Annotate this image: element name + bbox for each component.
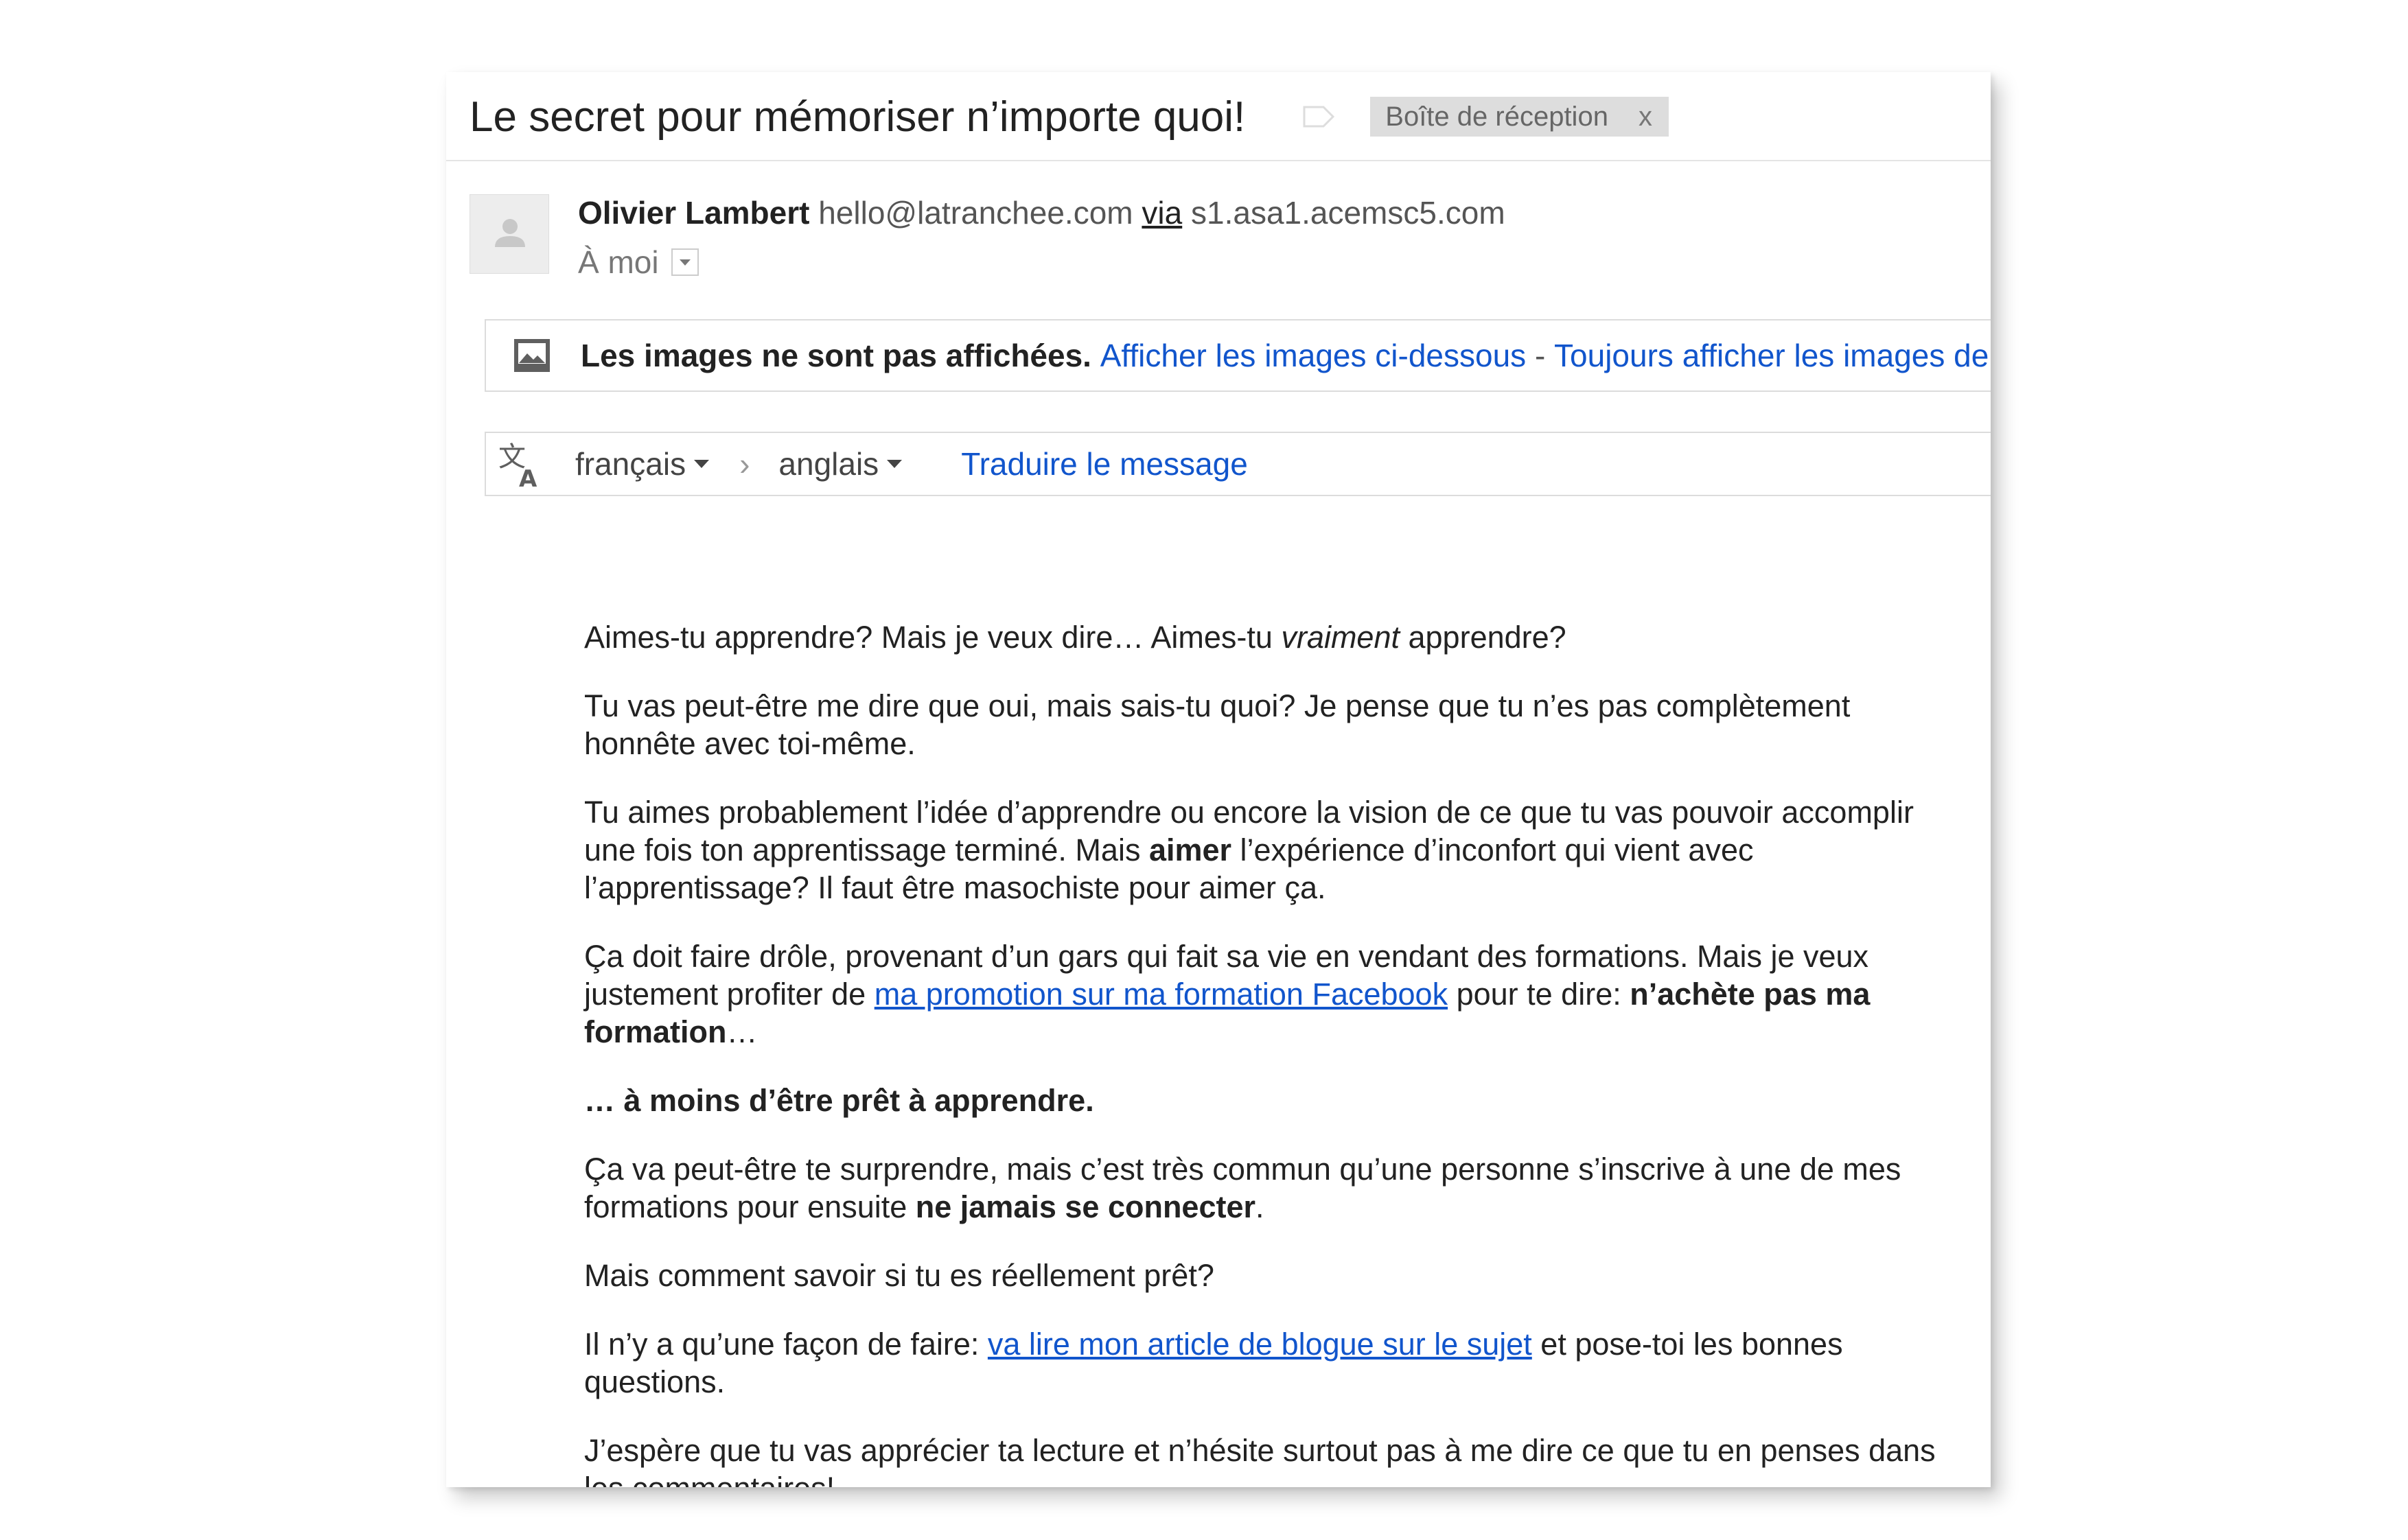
sender-line: Olivier Lambert hello@latranchee.com via…: [578, 194, 1505, 231]
page: Le secret pour mémoriser n’importe quoi!…: [0, 0, 2408, 1540]
default-avatar-icon: [495, 219, 525, 247]
body-paragraph: Ça doit faire drôle, provenant d’un gars…: [584, 937, 1950, 1051]
show-images-link[interactable]: Afficher les images ci-dessous: [1100, 337, 1526, 374]
blog-article-link[interactable]: va lire mon article de blogue sur le suj…: [988, 1327, 1532, 1362]
source-language-label: français: [575, 446, 686, 482]
image-icon: [514, 339, 550, 372]
recipient-line: À moi: [578, 244, 699, 281]
translate-bar: 文 A français › anglais Traduire le messa…: [485, 432, 1991, 496]
images-separator: -: [1534, 338, 1546, 373]
header-divider: [446, 160, 1991, 161]
dropdown-arrow-icon[interactable]: [671, 248, 699, 276]
translate-message-link[interactable]: Traduire le message: [961, 445, 1248, 482]
via-domain: s1.asa1.acemsc5.com: [1191, 195, 1505, 231]
sender-avatar: [470, 194, 549, 274]
text: .: [1255, 1189, 1264, 1224]
text: pour te dire:: [1448, 977, 1630, 1012]
bold-text: aimer: [1148, 832, 1232, 867]
target-language-label: anglais: [778, 446, 879, 482]
text: …: [726, 1014, 758, 1049]
bold-text: … à moins d’être prêt à apprendre.: [584, 1083, 1094, 1118]
body-paragraph: Tu vas peut-être me dire que oui, mais s…: [584, 688, 1851, 761]
body-paragraph: Il n’y a qu’une façon de faire: va lire …: [584, 1325, 1950, 1401]
body-paragraph: Ça va peut-être te surprendre, mais c’es…: [584, 1150, 1950, 1226]
inbox-label-chip: Boîte de réception x: [1370, 97, 1669, 137]
inbox-label-text: Boîte de réception: [1385, 101, 1608, 132]
text: apprendre?: [1400, 620, 1566, 655]
email-view: Le secret pour mémoriser n’importe quoi!…: [446, 72, 1991, 1487]
chevron-right-icon: ›: [739, 446, 750, 482]
body-paragraph: J’espère que tu vas apprécier ta lecture…: [584, 1433, 1936, 1487]
sender-email: hello@latranchee.com: [818, 195, 1133, 231]
chevron-down-icon: [694, 460, 710, 468]
always-show-images-link[interactable]: Toujours afficher les images de: [1554, 337, 1989, 374]
body-paragraph: Mais comment savoir si tu es réellement …: [584, 1258, 1214, 1293]
body-paragraph: Tu aimes probablement l’idée d’apprendre…: [584, 793, 1950, 907]
email-subject: Le secret pour mémoriser n’importe quoi!: [470, 93, 1246, 141]
facebook-course-promo-link[interactable]: ma promotion sur ma formation Facebook: [875, 977, 1448, 1012]
images-notice: Les images ne sont pas affichées.: [581, 338, 1091, 373]
subject-row: Le secret pour mémoriser n’importe quoi!…: [470, 72, 1669, 161]
source-language-select[interactable]: français: [575, 445, 710, 482]
text: Il n’y a qu’une façon de faire:: [584, 1327, 988, 1362]
remove-label-button[interactable]: x: [1639, 102, 1652, 132]
sender-name[interactable]: Olivier Lambert: [578, 195, 809, 231]
body-paragraph: … à moins d’être prêt à apprendre.: [584, 1082, 1950, 1119]
svg-text:A: A: [519, 465, 537, 489]
via-link[interactable]: via: [1142, 195, 1182, 231]
body-paragraph: Aimes-tu apprendre? Mais je veux dire… A…: [584, 618, 1950, 656]
label-outline-icon[interactable]: [1303, 106, 1335, 128]
target-language-select[interactable]: anglais: [778, 445, 903, 482]
translate-icon: 文 A: [498, 441, 537, 489]
images-hidden-bar: Les images ne sont pas affichées. Affich…: [485, 319, 1991, 392]
recipient-label: À moi: [578, 244, 659, 280]
bold-text: ne jamais se connecter: [915, 1189, 1256, 1224]
email-body: Aimes-tu apprendre? Mais je veux dire… A…: [584, 618, 1950, 1487]
text: Aimes-tu apprendre? Mais je veux dire… A…: [584, 620, 1282, 655]
chevron-down-icon: [887, 460, 903, 468]
emphasis: vraiment: [1281, 620, 1400, 655]
